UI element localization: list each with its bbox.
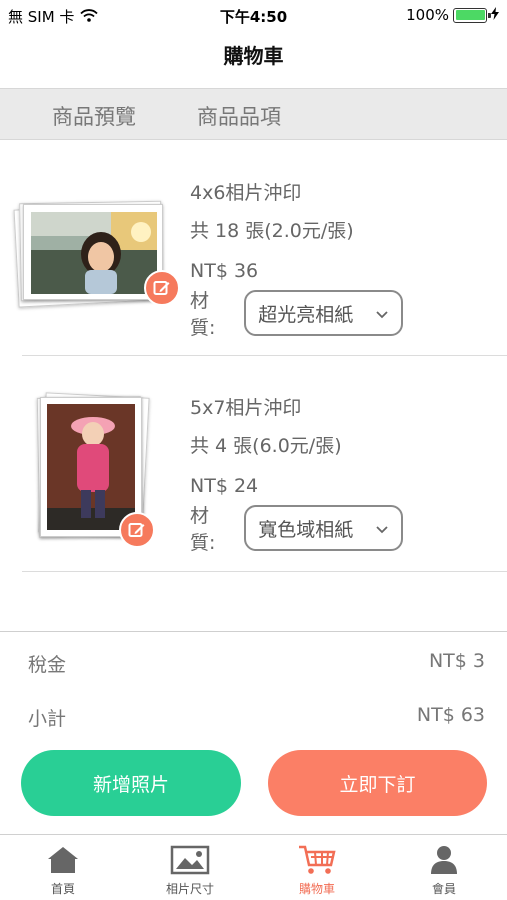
user-icon xyxy=(429,843,459,877)
item-price: NT$ 24 xyxy=(190,475,259,497)
photo-thumbnail[interactable] xyxy=(13,200,164,310)
cart-icon xyxy=(297,843,337,877)
tax-value: NT$ 3 xyxy=(428,650,485,672)
material-select[interactable]: 超光亮相紙 xyxy=(244,290,404,336)
material-row: 材質: 超光亮相紙 xyxy=(190,286,404,340)
battery-fill xyxy=(455,10,485,20)
add-photos-button[interactable]: 新增照片 xyxy=(21,750,241,816)
edit-icon[interactable] xyxy=(144,270,180,306)
item-name: 5x7相片沖印 xyxy=(190,397,302,419)
chevron-down-icon xyxy=(375,519,389,541)
status-bar: 無 SIM 卡 下午4:50 100% xyxy=(0,0,507,30)
item-price: NT$ 36 xyxy=(190,260,259,282)
item-quantity: 共 18 張(2.0元/張) xyxy=(190,220,354,242)
tab-label: 相片尺寸 xyxy=(165,882,214,896)
tab-label: 購物車 xyxy=(298,882,335,896)
photo-sheet-front xyxy=(23,204,163,300)
tab-member[interactable]: 會員 xyxy=(381,835,507,900)
tax-label: 稅金 xyxy=(28,654,67,676)
edit-icon[interactable] xyxy=(119,512,155,548)
photo-image xyxy=(47,404,135,530)
item-divider xyxy=(22,355,507,356)
material-label: 材質: xyxy=(190,505,216,554)
page-title: 購物車 xyxy=(223,44,284,68)
tab-label: 首頁 xyxy=(50,882,75,896)
material-value: 超光亮相紙 xyxy=(258,303,354,326)
item-name: 4x6相片沖印 xyxy=(190,182,302,204)
tab-cart[interactable]: 購物車 xyxy=(254,835,380,900)
tab-photo-size[interactable]: 相片尺寸 xyxy=(127,835,253,900)
material-value: 寬色域相紙 xyxy=(258,518,354,541)
order-now-button[interactable]: 立即下訂 xyxy=(268,750,487,816)
material-select[interactable]: 寬色域相紙 xyxy=(244,505,404,551)
item-divider xyxy=(22,571,507,572)
tab-product-preview[interactable]: 商品預覽 xyxy=(52,101,136,131)
bottom-tab-bar: 首頁 相片尺寸 購物車 會員 xyxy=(0,834,507,900)
photo-image xyxy=(31,212,157,294)
material-row: 材質: 寬色域相紙 xyxy=(190,501,404,555)
home-icon xyxy=(46,843,80,877)
battery-icon xyxy=(453,7,491,23)
tab-home[interactable]: 首頁 xyxy=(0,835,126,900)
segment-tabs: 商品預覽 商品品項 xyxy=(0,88,507,140)
image-icon xyxy=(170,843,210,877)
tab-label: 會員 xyxy=(431,882,456,896)
order-summary: 稅金 NT$ 3 小計 NT$ 63 新增照片 立即下訂 xyxy=(0,631,507,836)
battery-percent: 100% xyxy=(406,6,449,24)
item-quantity: 共 4 張(6.0元/張) xyxy=(190,435,342,457)
subtotal-value: NT$ 63 xyxy=(416,704,485,726)
chevron-down-icon xyxy=(375,304,389,326)
subtotal-label: 小計 xyxy=(28,708,67,730)
material-label: 材質: xyxy=(190,290,216,339)
tab-product-items[interactable]: 商品品項 xyxy=(197,101,281,131)
charging-icon xyxy=(491,6,499,24)
battery-tip xyxy=(488,12,491,18)
status-right: 100% xyxy=(406,6,499,24)
